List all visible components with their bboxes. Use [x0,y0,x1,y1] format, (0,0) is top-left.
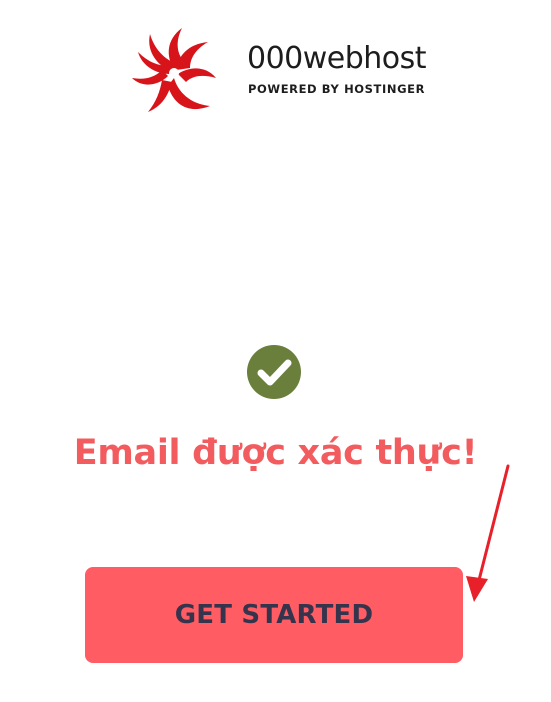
red-arrow-icon [466,464,510,602]
spiral-logo-icon [132,28,216,112]
brand-name: 000webhost [247,41,427,76]
brand-header: 000webhost POWERED BY HOSTINGER [128,26,428,116]
brand-tagline: POWERED BY HOSTINGER [248,82,426,96]
check-circle-icon [247,345,301,399]
get-started-button[interactable]: GET STARTED [85,567,463,663]
verification-page: 000webhost POWERED BY HOSTINGER Email đư… [0,0,551,702]
